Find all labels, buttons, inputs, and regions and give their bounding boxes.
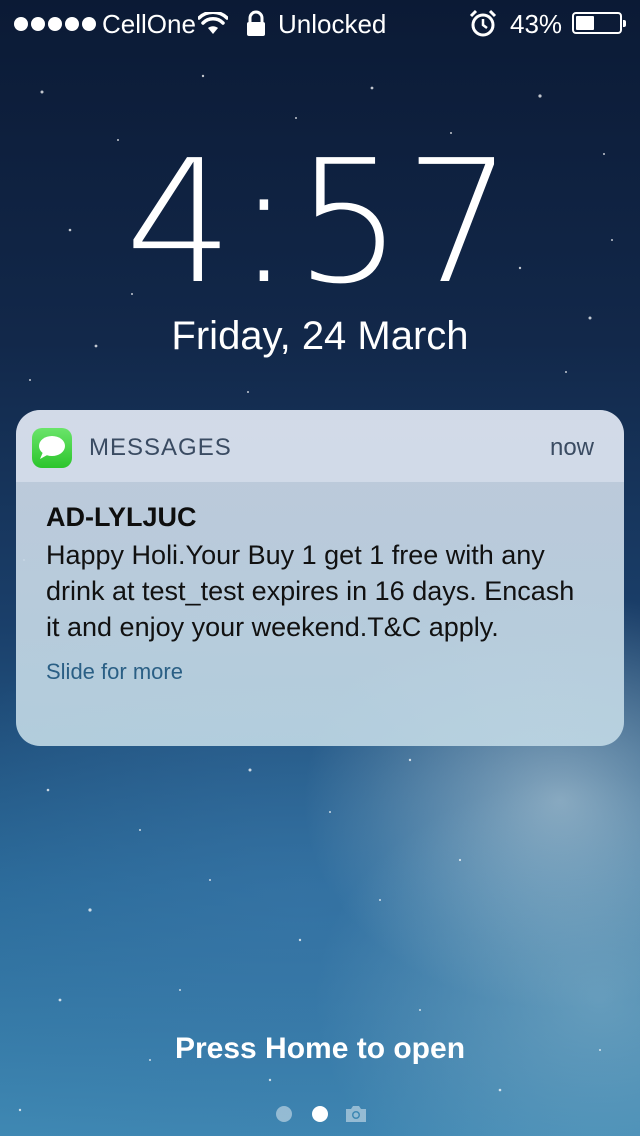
notification-message: Happy Holi.Your Buy 1 get 1 free with an… bbox=[46, 540, 575, 642]
carrier-name: CellOne bbox=[102, 9, 196, 39]
page-dot[interactable] bbox=[276, 1106, 292, 1122]
notification-body: AD-LYLJUC Happy Holi.Your Buy 1 get 1 fr… bbox=[16, 482, 624, 685]
notification-timestamp: now bbox=[549, 434, 594, 461]
lock-screen-date: Friday, 24 March bbox=[171, 314, 469, 358]
alarm-clock-icon bbox=[468, 9, 498, 46]
battery-percentage: 43% bbox=[510, 9, 563, 39]
lock-status-label: Unlocked bbox=[278, 9, 387, 39]
notification-app-name: MESSAGES bbox=[89, 434, 232, 461]
slide-for-more-hint[interactable]: Slide for more bbox=[46, 659, 594, 685]
messages-icon bbox=[32, 428, 72, 468]
battery-icon bbox=[572, 12, 626, 34]
camera-icon[interactable] bbox=[344, 1104, 368, 1129]
notification-header: MESSAGES now bbox=[16, 410, 624, 482]
status-bar: CellOne Unlocked 43% bbox=[0, 0, 640, 48]
wifi-icon bbox=[197, 10, 229, 43]
message-notification[interactable]: MESSAGES now AD-LYLJUC Happy Holi.Your B… bbox=[16, 410, 624, 746]
press-home-hint: Press Home to open bbox=[174, 1032, 466, 1065]
signal-strength-icon bbox=[14, 17, 96, 31]
notification-sender: AD-LYLJUC bbox=[46, 502, 197, 532]
lock-screen-time: 4:57 bbox=[125, 124, 515, 322]
lock-icon bbox=[246, 10, 266, 45]
page-dot-active[interactable] bbox=[312, 1106, 328, 1122]
